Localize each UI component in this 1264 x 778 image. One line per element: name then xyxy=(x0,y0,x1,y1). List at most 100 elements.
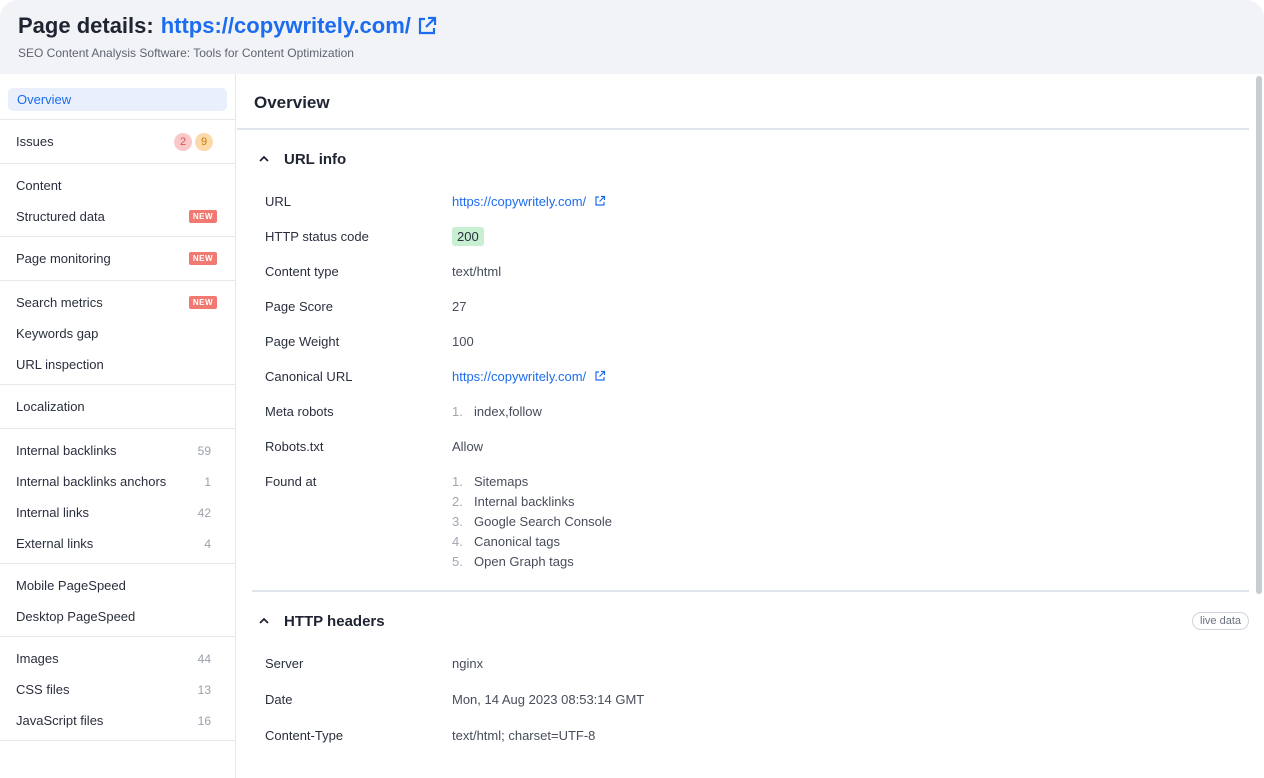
info-row-found-at: Found at 1. Sitemaps 2. Internal backlinks… xyxy=(252,472,1249,572)
sidebar-item-internal-backlinks-anchors[interactable]: Internal backlinks anchors 1 xyxy=(0,466,235,497)
sidebar-item-label: JavaScript files xyxy=(16,713,104,728)
sidebar-item-label: Search metrics xyxy=(16,295,103,310)
item-count: 44 xyxy=(197,651,211,666)
row-value: 100 xyxy=(452,334,474,349)
sidebar-item-label: Page monitoring xyxy=(16,251,111,266)
row-label: Found at xyxy=(265,474,317,489)
sidebar-item-internal-links[interactable]: Internal links 42 xyxy=(0,497,235,528)
info-row-page-weight: Page Weight 100 xyxy=(252,332,1249,352)
sidebar-item-label: CSS files xyxy=(16,682,70,697)
nav-group: Issues 2 9 xyxy=(0,120,235,164)
sidebar-nav: Overview Issues 2 9 Content Structured d… xyxy=(0,74,236,778)
nav-group: Overview xyxy=(0,84,235,120)
row-label: Page Score xyxy=(265,299,333,314)
list-item: 1. index,follow xyxy=(452,404,542,419)
row-label: Server xyxy=(265,656,304,671)
canonical-url-link[interactable]: https://copywritely.com/ xyxy=(452,369,586,384)
page-title: Page details: https://copywritely.com/ xyxy=(18,12,1246,40)
row-label: URL xyxy=(265,194,292,209)
sidebar-item-search-metrics[interactable]: Search metrics NEW xyxy=(0,287,235,318)
sidebar-item-label: URL inspection xyxy=(16,357,104,372)
list-item: 2. Internal backlinks xyxy=(452,494,575,509)
nav-group: Search metrics NEW Keywords gap URL insp… xyxy=(0,281,235,385)
sidebar-item-images[interactable]: Images 44 xyxy=(0,643,235,674)
main-scrollbar[interactable] xyxy=(1256,76,1262,594)
sidebar-item-keywords-gap[interactable]: Keywords gap xyxy=(0,318,235,349)
section-title: URL info xyxy=(284,150,347,168)
meta-robots-list: 1. index,follow xyxy=(452,402,542,422)
row-label: Date xyxy=(265,692,293,707)
header-row-content-type: Content-Type text/html; charset=UTF-8 xyxy=(252,726,1249,746)
url-info-toggle[interactable]: URL info xyxy=(252,130,1249,188)
row-label: HTTP status code xyxy=(265,229,369,244)
item-count: 13 xyxy=(197,682,211,697)
http-headers-toggle[interactable]: HTTP headers live data xyxy=(252,592,1249,650)
sidebar-item-label: Internal links xyxy=(16,505,89,520)
error-count-badge: 2 xyxy=(174,132,192,151)
sidebar-item-desktop-pagespeed[interactable]: Desktop PageSpeed xyxy=(0,601,235,632)
row-label: Meta robots xyxy=(265,404,334,419)
sidebar-item-css-files[interactable]: CSS files 13 xyxy=(0,674,235,705)
row-label: Robots.txt xyxy=(265,439,324,454)
url-info-section: URL info URL https://copywritely.com/ HT… xyxy=(252,130,1249,592)
list-item: 5. Open Graph tags xyxy=(452,554,574,569)
info-row-url: URL https://copywritely.com/ xyxy=(252,192,1249,212)
item-count: 59 xyxy=(197,443,211,458)
item-count: 1 xyxy=(204,474,211,489)
nav-group: Content Structured data NEW xyxy=(0,164,235,237)
item-count: 16 xyxy=(197,713,211,728)
sidebar-item-label: External links xyxy=(16,536,94,551)
sidebar-item-external-links[interactable]: External links 4 xyxy=(0,528,235,559)
external-link-icon[interactable] xyxy=(417,16,437,36)
info-row-status: HTTP status code 200 xyxy=(252,227,1249,247)
nav-group: Mobile PageSpeed Desktop PageSpeed xyxy=(0,564,235,637)
row-value: https://copywritely.com/ xyxy=(452,367,606,387)
list-item: 1. Sitemaps xyxy=(452,474,529,489)
list-item: 3. Google Search Console xyxy=(452,514,613,529)
sidebar-item-label: Content xyxy=(16,178,62,193)
sidebar-item-issues[interactable]: Issues 2 9 xyxy=(0,126,235,157)
url-link[interactable]: https://copywritely.com/ xyxy=(452,194,586,209)
info-row-canonical: Canonical URL https://copywritely.com/ xyxy=(252,367,1249,387)
new-badge: NEW xyxy=(188,296,217,309)
chevron-up-icon xyxy=(259,617,269,624)
row-value: text/html; charset=UTF-8 xyxy=(452,728,596,743)
page-title-url-link[interactable]: https://copywritely.com/ xyxy=(161,12,411,40)
sidebar-item-page-monitoring[interactable]: Page monitoring NEW xyxy=(0,243,235,274)
sidebar-item-internal-backlinks[interactable]: Internal backlinks 59 xyxy=(0,435,235,466)
sidebar-item-localization[interactable]: Localization xyxy=(0,391,235,422)
info-row-robots-txt: Robots.txt Allow xyxy=(252,437,1249,457)
sidebar-item-label: Mobile PageSpeed xyxy=(16,578,126,593)
page-header: Page details: https://copywritely.com/ S… xyxy=(0,0,1264,74)
nav-group: Internal backlinks 59 Internal backlinks… xyxy=(0,429,235,564)
external-link-icon[interactable] xyxy=(594,370,606,382)
nav-group: Page monitoring NEW xyxy=(0,237,235,281)
sidebar-item-javascript-files[interactable]: JavaScript files 16 xyxy=(0,705,235,736)
sidebar-item-label: Overview xyxy=(17,92,72,107)
page-subtitle: SEO Content Analysis Software: Tools for… xyxy=(18,46,354,60)
info-row-meta-robots: Meta robots 1. index,follow xyxy=(252,402,1249,422)
sidebar-item-label: Desktop PageSpeed xyxy=(16,609,136,624)
row-value: text/html xyxy=(452,264,502,279)
new-badge: NEW xyxy=(188,210,217,223)
sidebar-item-label: Internal backlinks xyxy=(16,443,117,458)
header-row-date: Date Mon, 14 Aug 2023 08:53:14 GMT xyxy=(252,690,1249,710)
row-label: Content type xyxy=(265,264,339,279)
external-link-icon[interactable] xyxy=(594,195,606,207)
row-value: nginx xyxy=(452,656,484,671)
sidebar-item-mobile-pagespeed[interactable]: Mobile PageSpeed xyxy=(0,570,235,601)
sidebar-item-label: Localization xyxy=(16,399,85,414)
sidebar-item-content[interactable]: Content xyxy=(0,170,235,201)
row-value: Allow xyxy=(452,439,484,454)
page-title-prefix: Page details: xyxy=(18,13,154,38)
row-value: https://copywritely.com/ xyxy=(452,192,606,212)
sidebar-item-structured-data[interactable]: Structured data NEW xyxy=(0,201,235,232)
status-badge: 200 xyxy=(452,227,484,246)
header-row-server: Server nginx xyxy=(252,654,1249,674)
item-count: 42 xyxy=(197,505,211,520)
live-data-badge: live data xyxy=(1192,612,1249,630)
sidebar-item-overview[interactable]: Overview xyxy=(8,88,227,111)
row-label: Content-Type xyxy=(265,728,344,743)
nav-group: Localization xyxy=(0,385,235,429)
sidebar-item-url-inspection[interactable]: URL inspection xyxy=(0,349,235,380)
